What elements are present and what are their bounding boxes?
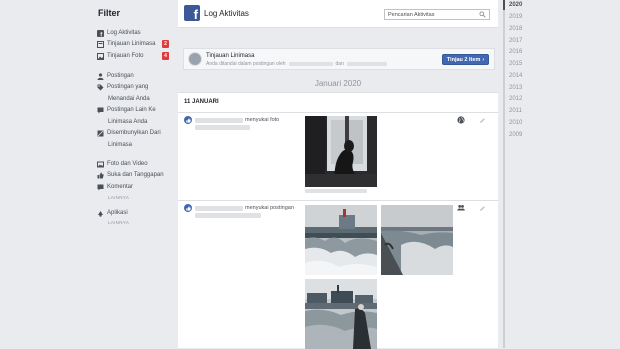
redacted-name[interactable] <box>195 117 243 123</box>
friends-icon[interactable] <box>457 204 465 212</box>
activity-action: menyukai postingan <box>245 205 294 211</box>
edit-pencil-icon[interactable] <box>479 117 486 124</box>
sidebar-item-label: Disembunyikan Dari <box>107 130 161 136</box>
like-activity-icon <box>184 204 192 212</box>
sidebar-item-sublabel[interactable]: Linimasa <box>108 140 180 150</box>
sidebar-item-photos-videos[interactable]: Foto dan Video <box>97 159 169 169</box>
review-title: Tinjauan Linimasa <box>206 53 255 59</box>
year-link[interactable]: 2015 <box>509 61 522 67</box>
year-scroll-indicator <box>503 0 505 10</box>
timeline-review-icon <box>97 40 104 48</box>
review-subtitle: Anda ditandai dalam postingan oleh dan <box>206 61 387 67</box>
activity-action: menyukai foto <box>245 117 280 123</box>
hidden-icon <box>97 130 104 137</box>
facebook-icon: f <box>97 29 104 37</box>
sidebar-item-apps[interactable]: Aplikasi <box>97 208 169 218</box>
sidebar-item-sublabel[interactable]: Linimasa Anda <box>108 117 180 127</box>
sidebar-item-label: Komentar <box>107 184 134 190</box>
more-link[interactable]: LAINNYA <box>108 220 129 225</box>
review-button-label: Tinjau 2 Item <box>446 56 481 63</box>
year-link[interactable]: 2009 <box>509 132 522 138</box>
sidebar-item-timeline-review[interactable]: Tinjauan Linimasa 2 <box>97 39 169 49</box>
review-items-button[interactable]: Tinjau 2 Item › <box>442 54 489 65</box>
activity-text: menyukai postingan <box>195 205 294 211</box>
year-link[interactable]: 2014 <box>509 73 522 79</box>
comment-icon <box>97 184 104 191</box>
sidebar-item-label: Tinjauan Linimasa <box>107 41 156 47</box>
photo-icon <box>97 161 104 168</box>
sidebar-item-tagged-posts[interactable]: Postingan yang <box>97 82 169 92</box>
sidebar-item-others-posts[interactable]: Postingan Lain Ke <box>97 105 169 115</box>
year-link[interactable]: 2016 <box>509 49 522 55</box>
page-header: f Log Aktivitas Pencarian Aktivitas <box>178 0 498 28</box>
sidebar-item-label: Postingan <box>107 73 134 79</box>
year-link[interactable]: 2013 <box>509 85 522 91</box>
edit-pencil-icon[interactable] <box>479 205 486 212</box>
sidebar-item-label: Postingan yang <box>107 84 149 90</box>
redacted-name[interactable] <box>195 205 243 211</box>
review-subtitle-prefix: Anda ditandai dalam postingan oleh <box>206 61 286 67</box>
sidebar-item-posts[interactable]: Postingan <box>97 71 169 81</box>
year-link[interactable]: 2017 <box>509 38 522 44</box>
redacted-name <box>288 62 333 66</box>
sidebar-item-label: Log Aktivitas <box>107 30 141 36</box>
facebook-logo-icon[interactable]: f <box>184 5 200 21</box>
comment-icon <box>97 107 104 114</box>
year-link[interactable]: 2019 <box>509 14 522 20</box>
month-heading: Januari 2020 <box>314 79 362 88</box>
sidebar-item-comments[interactable]: Komentar <box>97 182 169 192</box>
sidebar-item-label: Suka dan Tanggapan <box>107 172 164 178</box>
page-title: Log Aktivitas <box>204 9 249 18</box>
year-link[interactable]: 2011 <box>509 108 522 114</box>
activity-text: menyukai foto <box>195 117 279 123</box>
count-badge: 4 <box>162 52 169 60</box>
count-badge: 2 <box>162 40 169 48</box>
like-icon <box>97 172 104 179</box>
year-link[interactable]: 2012 <box>509 96 522 102</box>
like-activity-icon <box>184 116 192 124</box>
sidebar-item-label: Aplikasi <box>107 210 128 216</box>
more-link[interactable]: LAINNYA <box>108 195 129 200</box>
search-input[interactable]: Pencarian Aktivitas <box>384 9 490 20</box>
divider <box>178 200 498 201</box>
sidebar-item-label: Postingan Lain Ke <box>107 107 156 113</box>
year-navigation: 2020 2019 2018 2017 2016 2015 2014 2013 … <box>498 0 620 348</box>
sidebar-item-hidden[interactable]: Disembunyikan Dari <box>97 128 169 138</box>
person-icon <box>97 72 104 80</box>
sidebar-item-likes[interactable]: Suka dan Tanggapan <box>97 170 169 180</box>
liked-photo-thumbnail[interactable] <box>305 116 377 187</box>
avatar <box>188 52 202 66</box>
sidebar-item-sublabel[interactable]: Menandai Anda <box>108 94 180 104</box>
redacted-name <box>346 62 387 66</box>
search-placeholder: Pencarian Aktivitas <box>388 11 435 18</box>
year-link[interactable]: 2020 <box>509 2 522 8</box>
filter-sidebar: Filter f Log Aktivitas Tinjauan Linimasa… <box>0 0 178 348</box>
photo-caption-redacted <box>305 189 367 193</box>
chevron-right-icon: › <box>482 56 485 63</box>
apps-icon <box>97 210 104 217</box>
activity-feed: 11 JANUARI menyukai foto menyukai postin… <box>178 92 498 349</box>
year-link[interactable]: 2010 <box>509 120 522 126</box>
post-photo-thumbnail[interactable] <box>305 279 377 349</box>
sidebar-item-label: Tinjauan Foto <box>107 53 144 59</box>
redacted-detail <box>195 213 261 220</box>
sidebar-item-activity-log[interactable]: f Log Aktivitas <box>97 28 169 38</box>
search-icon[interactable] <box>479 11 486 18</box>
photo-review-icon <box>97 52 104 60</box>
sidebar-item-photo-review[interactable]: Tinjauan Foto 4 <box>97 51 169 61</box>
globe-icon[interactable] <box>457 116 465 124</box>
year-link[interactable]: 2018 <box>509 26 522 32</box>
filter-title: Filter <box>98 8 121 18</box>
review-subtitle-and: dan <box>335 61 344 67</box>
year-scroll-track <box>503 0 505 348</box>
divider <box>178 112 498 113</box>
activity-log-main: f Log Aktivitas Pencarian Aktivitas Tinj… <box>178 0 498 349</box>
tag-icon <box>97 84 104 91</box>
sidebar-item-label: Foto dan Video <box>107 161 148 167</box>
day-heading: 11 JANUARI <box>184 99 219 105</box>
post-photo-thumbnail[interactable] <box>305 205 377 275</box>
redacted-detail <box>195 125 250 132</box>
post-photo-thumbnail[interactable] <box>381 205 453 275</box>
timeline-review-banner: Tinjauan Linimasa Anda ditandai dalam po… <box>183 48 495 70</box>
